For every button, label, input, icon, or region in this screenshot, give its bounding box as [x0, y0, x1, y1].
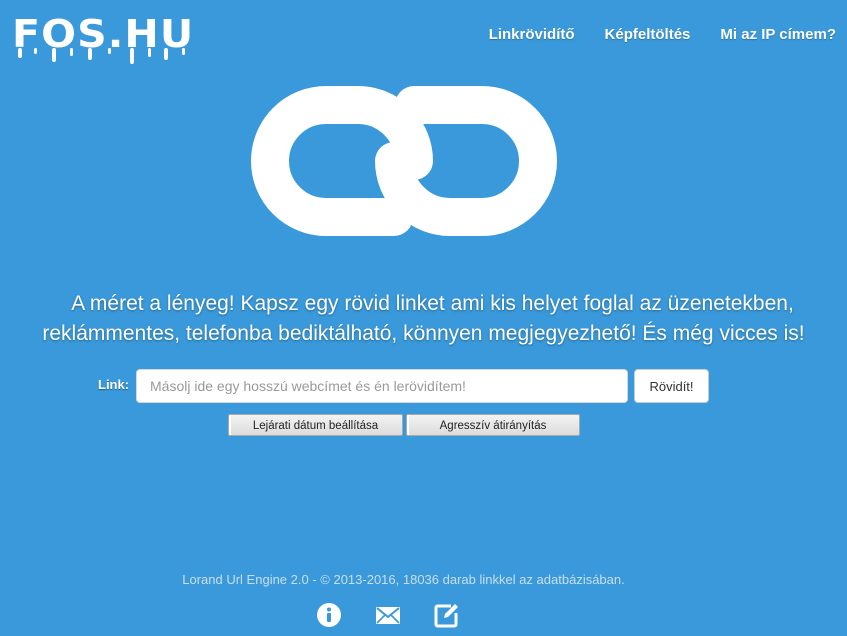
mail-icon[interactable] — [375, 602, 401, 628]
header: FOS.HU Linkrövidítő Képfeltöltés Mi az I… — [0, 0, 847, 70]
tagline-line-2: reklámmentes, telefonba bediktálható, kö… — [42, 322, 805, 345]
nav-link-my-ip[interactable]: Mi az IP címem? — [720, 26, 836, 43]
aggressive-redirect-button[interactable]: Agresszív átirányítás — [406, 414, 580, 436]
logo[interactable]: FOS.HU — [12, 14, 193, 64]
footer-icons — [316, 602, 460, 628]
main-nav: Linkrövidítő Képfeltöltés Mi az IP címem… — [489, 26, 836, 43]
nav-link-image-upload[interactable]: Képfeltöltés — [605, 26, 691, 43]
chain-link-icon — [251, 86, 557, 236]
url-input[interactable] — [136, 369, 628, 403]
shorten-button[interactable]: Rövidít! — [634, 369, 709, 403]
nav-link-shortener[interactable]: Linkrövidítő — [489, 26, 575, 43]
footer-copyright: Lorand Url Engine 2.0 - © 2013-2016, 180… — [182, 572, 625, 587]
link-label: Link: — [98, 377, 130, 392]
info-icon[interactable] — [316, 602, 342, 628]
tagline-line-1: A méret a lényeg! Kapsz egy rövid linket… — [71, 292, 794, 315]
edit-icon[interactable] — [434, 602, 460, 628]
logo-drips-icon — [18, 48, 185, 64]
expiration-date-button[interactable]: Lejárati dátum beállítása — [228, 414, 403, 436]
tagline: A méret a lényeg! Kapsz egy rövid linket… — [0, 289, 847, 349]
